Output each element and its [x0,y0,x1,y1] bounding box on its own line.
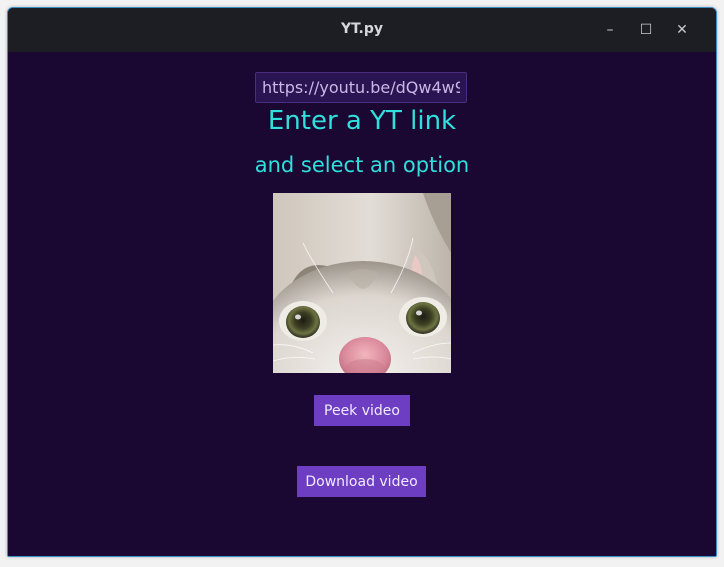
minimize-icon[interactable]: – [599,19,621,41]
url-input[interactable] [255,72,467,103]
page-subheading: and select an option [254,153,470,177]
download-video-button[interactable]: Download video [297,466,426,497]
close-icon[interactable]: ✕ [671,19,693,41]
main-content: Enter a YT link and select an option [8,52,716,556]
page-heading: Enter a YT link [267,106,457,136]
cat-photo-icon [273,193,451,373]
video-thumbnail [273,193,451,373]
app-window: YT.py – ☐ ✕ Enter a YT link and select a… [7,7,717,557]
peek-video-button[interactable]: Peek video [314,395,410,426]
maximize-icon[interactable]: ☐ [635,19,657,41]
title-bar[interactable]: YT.py – ☐ ✕ [8,8,716,52]
